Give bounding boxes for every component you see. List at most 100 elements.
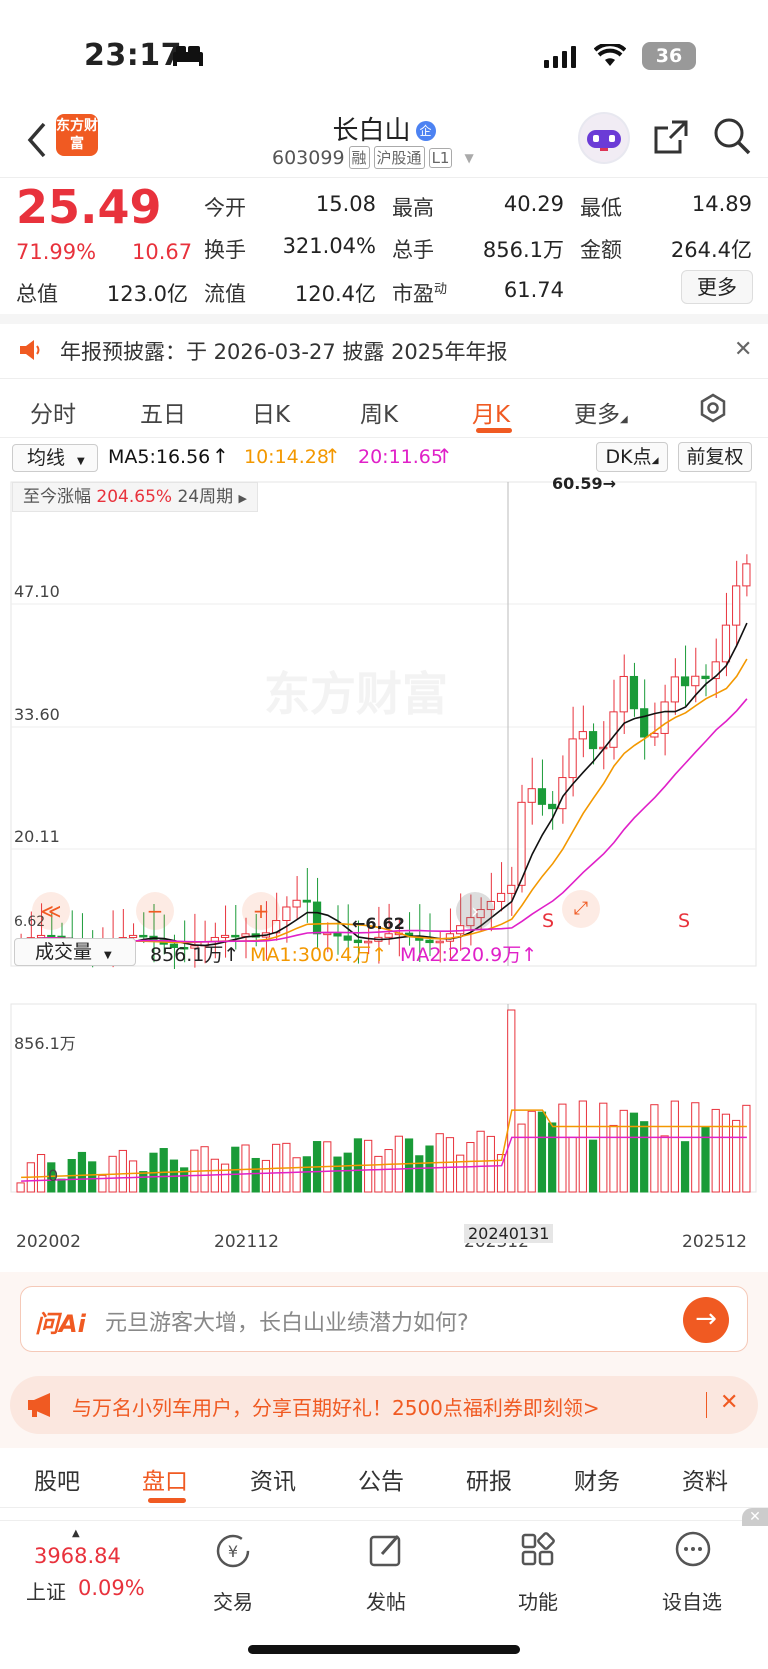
tab-wuri[interactable]: 五日 [140, 395, 186, 429]
vol-selector-label: 成交量 [35, 941, 93, 963]
sleep-icon [172, 44, 204, 66]
index-widget[interactable]: ▲ 3968.84 上证 0.09% [22, 1528, 152, 1608]
promo-text: 与万名小列车用户，分享百期好礼！2500点福利券即刻领> [72, 1396, 600, 1420]
nav-trade[interactable]: 交易 [193, 1586, 273, 1615]
stock-name: 长白山 [332, 116, 411, 146]
candle-body [680, 676, 690, 687]
corner-close-icon[interactable]: ✕ [742, 1508, 768, 1526]
volume-bar [507, 1009, 516, 1193]
dk-button[interactable]: DK点◢ [596, 442, 668, 472]
vol-value: 856.1万↑ [150, 944, 240, 966]
share-icon[interactable] [652, 118, 690, 160]
post-icon[interactable] [368, 1532, 404, 1572]
candle-body [670, 676, 679, 703]
float-value: 120.4亿 [294, 282, 376, 306]
amount-label: 金额 [580, 238, 622, 262]
candle-body [292, 899, 301, 908]
kline-svg [10, 481, 757, 1193]
volume-bar [128, 1160, 138, 1193]
subtab-yanbao[interactable]: 研报 [466, 1462, 512, 1496]
scroll-right-icon[interactable]: › [456, 892, 494, 930]
tab-fenshi[interactable]: 分时 [30, 395, 76, 429]
candle-body [537, 788, 547, 805]
volume-bar [415, 1155, 424, 1193]
volume-bar [650, 1104, 659, 1193]
subtab-caiwu[interactable]: 财务 [574, 1462, 620, 1496]
amount-value: 264.4亿 [670, 238, 752, 262]
ma-selector[interactable]: 均线 ▼ [12, 444, 98, 472]
gain-box[interactable]: 至今涨幅 204.65% 24周期 ▶ [12, 482, 258, 512]
vol-selector[interactable]: 成交量 ▼ [14, 938, 136, 966]
volume-bar [660, 1135, 669, 1193]
volume-bar [220, 1163, 230, 1193]
volume-bar [588, 1139, 598, 1193]
zoom-out-icon[interactable]: − [136, 892, 174, 930]
kline-chart[interactable]: 均线 ▼ MA5:16.56 ↑ 10:14.28 ↑ 20:11.65 ↑ DK… [0, 438, 768, 1268]
high-value: 40.29 [503, 192, 564, 216]
xtick-4: 202512 [682, 1232, 747, 1252]
price: 25.49 [16, 180, 162, 234]
gain-label: 至今涨幅 [23, 487, 91, 507]
volume-bar [364, 1139, 373, 1193]
volume-bar [680, 1141, 690, 1193]
candle-body [742, 563, 751, 587]
volume-bar [711, 1108, 720, 1193]
promo-close-icon[interactable]: ✕ [720, 1390, 738, 1415]
home-indicator [248, 1645, 520, 1654]
volume-bar [200, 1146, 209, 1193]
subtab-active-indicator [148, 1498, 186, 1503]
ai-send-icon[interactable]: → [683, 1297, 729, 1343]
zoom-in-icon[interactable]: + [242, 892, 280, 930]
ai-ask-bar[interactable]: 问Ai 元旦游客大增，长白山业绩潜力如何? → [20, 1286, 748, 1352]
volume-bar [578, 1100, 587, 1193]
watchlist-icon[interactable] [674, 1530, 712, 1572]
candle-body [456, 925, 465, 935]
chevron-down-icon[interactable]: ▼ [464, 151, 473, 165]
nav-watchlist[interactable]: 设自选 [652, 1586, 732, 1615]
volume-bar [527, 1110, 536, 1193]
notice-bar[interactable]: 年报预披露：于 2026-03-27 披露 2025年年报 ✕ [0, 314, 768, 378]
expand-icon[interactable]: ⤢ [562, 890, 600, 928]
tag-l1: L1 [428, 147, 453, 168]
tab-yuek[interactable]: 月K [472, 395, 510, 429]
volume-label: 总手 [392, 238, 434, 262]
index-pct: 0.09% [78, 1576, 145, 1600]
nav-post[interactable]: 发帖 [346, 1586, 426, 1615]
robot-avatar-icon[interactable] [578, 112, 630, 164]
low-marker: ←6.62 [352, 914, 405, 933]
candle-body [323, 932, 332, 936]
svg-text:¥: ¥ [228, 1542, 238, 1561]
trade-icon[interactable]: ¥ [214, 1532, 252, 1574]
promo-bar[interactable]: 与万名小列车用户，分享百期好礼！2500点福利券即刻领> ✕ [10, 1376, 758, 1434]
mcap-label: 总值 [16, 282, 58, 306]
ai-label: 问Ai [35, 1310, 86, 1338]
high-marker-text: 60.59 [552, 474, 603, 493]
ai-input[interactable]: 元旦游客大增，长白山业绩潜力如何? [105, 1305, 469, 1337]
index-value: 3968.84 [34, 1544, 121, 1568]
ytick-47: 47.10 [14, 582, 60, 601]
tab-zhouk[interactable]: 周K [360, 395, 398, 429]
more-button[interactable]: 更多 [681, 270, 753, 304]
function-icon[interactable] [520, 1532, 556, 1572]
volume-bar [384, 1149, 393, 1193]
search-icon[interactable] [712, 116, 752, 160]
volume-bar [404, 1138, 414, 1193]
subtab-gonggao[interactable]: 公告 [358, 1462, 404, 1496]
subtab-guba[interactable]: 股吧 [34, 1462, 80, 1496]
subtab-zixun[interactable]: 资讯 [250, 1462, 296, 1496]
ma20-arrow: ↑ [436, 444, 453, 468]
pe-label-text: 市盈 [392, 282, 434, 306]
volume-bar [302, 1156, 311, 1193]
pe-value: 61.74 [503, 278, 564, 302]
fq-button[interactable]: 前复权 [678, 442, 752, 472]
tab-rik[interactable]: 日K [252, 395, 290, 429]
subtab-ziliao[interactable]: 资料 [682, 1462, 728, 1496]
close-icon[interactable]: ✕ [734, 337, 752, 362]
gear-icon[interactable] [698, 393, 728, 429]
qi-badge-text: 企 [419, 124, 432, 138]
nav-function[interactable]: 功能 [498, 1586, 578, 1615]
volume-bar [57, 1178, 66, 1193]
scroll-left-icon[interactable]: ≪ [32, 892, 70, 930]
tab-more[interactable]: 更多◢ [574, 395, 628, 429]
subtab-pankou[interactable]: 盘口 [142, 1462, 188, 1496]
